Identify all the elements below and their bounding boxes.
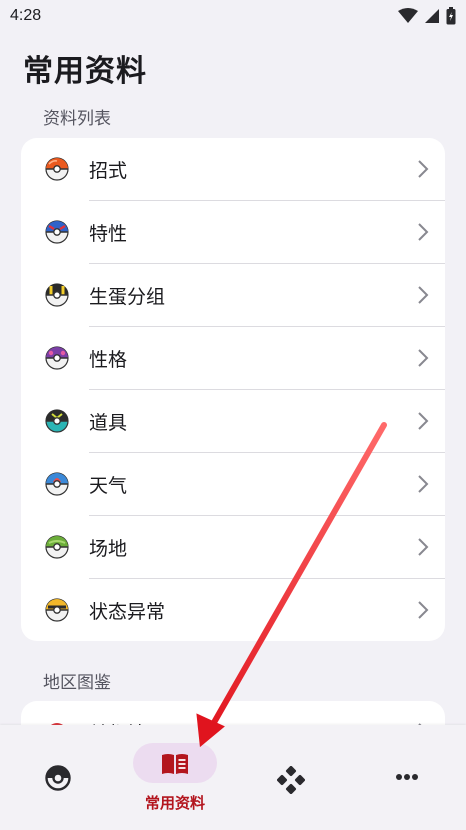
wifi-icon [398, 8, 418, 23]
nav-item-more[interactable] [350, 725, 466, 830]
list-item-moves[interactable]: 招式 [21, 138, 445, 201]
signal-icon [425, 9, 439, 23]
list-item-label: 道具 [89, 412, 128, 434]
status-bar: 4:28 [0, 0, 466, 32]
list-item-egg-groups[interactable]: 生蛋分组 [21, 264, 445, 327]
book-icon [162, 754, 188, 774]
chevron-right-icon [418, 538, 429, 556]
chevron-right-icon [418, 349, 429, 367]
chevron-right-icon [418, 160, 429, 178]
nav-label-common-data: 常用资料 [144, 794, 205, 812]
chevron-right-icon [418, 475, 429, 493]
pokeball-icon [45, 765, 71, 791]
list-item-label: 状态异常 [89, 601, 166, 623]
nav-item-pokedex[interactable] [0, 725, 116, 830]
list-item-label: 性格 [89, 349, 128, 371]
list-item-label: 场地 [89, 538, 128, 560]
bottom-navigation: 常用资料 [0, 725, 466, 830]
status-icons [398, 7, 456, 25]
dusk-ball-icon [45, 409, 69, 433]
great-ball-icon [45, 220, 69, 244]
list-item-terrain[interactable]: 场地 [21, 516, 445, 579]
list-item-natures[interactable]: 性格 [21, 327, 445, 390]
quick-ball-icon [45, 598, 69, 622]
list-item-status-conditions[interactable]: 状态异常 [21, 579, 445, 641]
dive-ball-icon [45, 472, 69, 496]
chevron-right-icon [418, 286, 429, 304]
chevron-right-icon [418, 601, 429, 619]
page-title: 常用资料 [23, 54, 147, 89]
chevron-right-icon [418, 412, 429, 430]
data-list-card: 招式 特性 生蛋分组 性格 道具 天气 场地 状态异常 [21, 138, 445, 641]
nav-item-games[interactable] [233, 725, 349, 830]
list-item-label: 特性 [89, 223, 128, 245]
more-icon [396, 774, 418, 780]
status-time: 4:28 [10, 7, 42, 24]
chevron-right-icon [418, 223, 429, 241]
section-title-data-list: 资料列表 [43, 109, 111, 129]
list-item-abilities[interactable]: 特性 [21, 201, 445, 264]
poke-ball-icon [45, 157, 69, 181]
list-item-items[interactable]: 道具 [21, 390, 445, 453]
master-ball-icon [45, 346, 69, 370]
nav-item-common-data[interactable] [117, 725, 233, 830]
battery-icon [446, 7, 456, 25]
list-item-label: 天气 [89, 475, 128, 497]
list-item-weather[interactable]: 天气 [21, 453, 445, 516]
ultra-ball-icon [45, 283, 69, 307]
section-title-regional-dex: 地区图鉴 [43, 673, 111, 693]
list-item-label: 生蛋分组 [89, 286, 166, 308]
friend-ball-icon [45, 535, 69, 559]
list-item-label: 招式 [89, 160, 128, 182]
gamepad-icon [277, 766, 305, 794]
